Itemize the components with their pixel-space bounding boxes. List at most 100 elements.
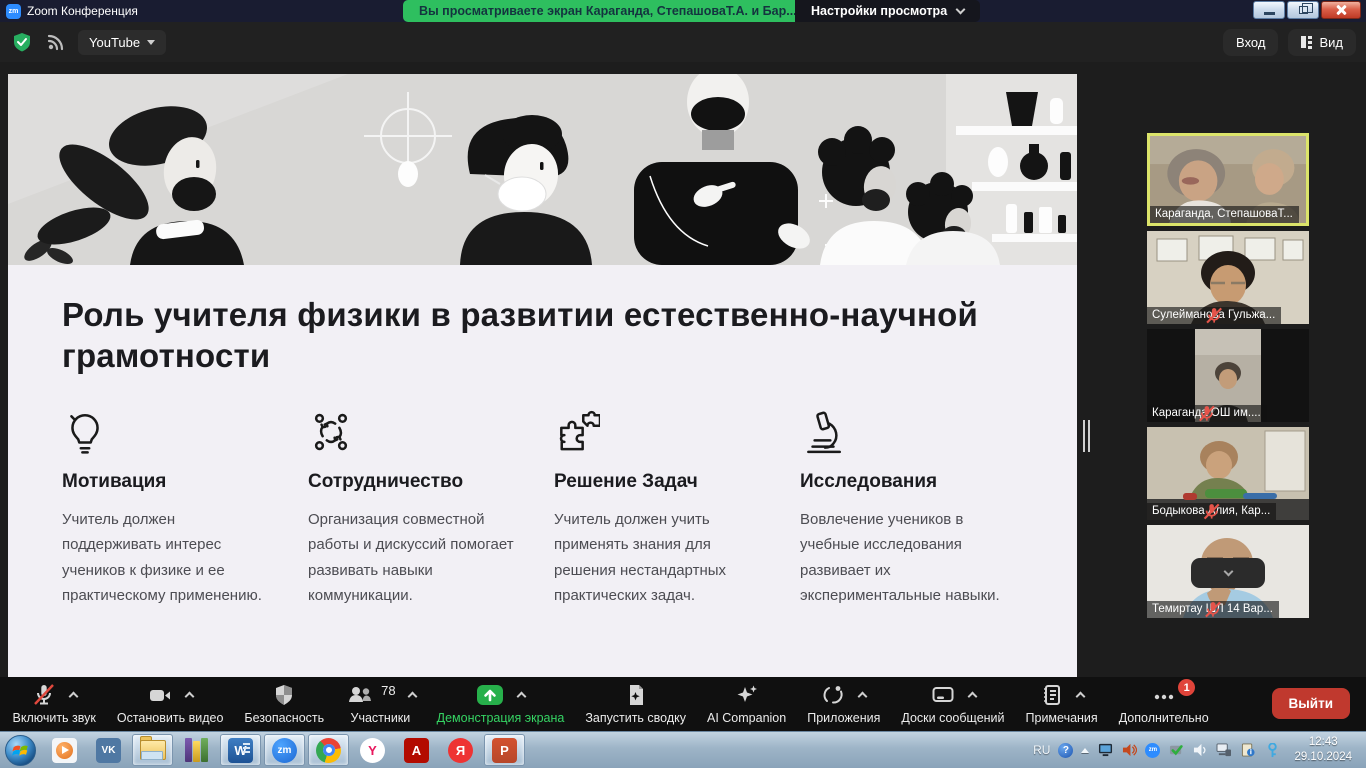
leave-meeting-button[interactable]: Выйти xyxy=(1272,688,1351,719)
language-indicator[interactable]: RU xyxy=(1033,743,1050,757)
key-icon[interactable] xyxy=(1264,742,1280,758)
media-player-icon xyxy=(52,738,77,763)
unmute-button[interactable]: Включить звук xyxy=(2,677,106,731)
participants-icon xyxy=(345,683,375,707)
column-text: Организация совместной работы и дискусси… xyxy=(308,507,520,609)
speaker-icon[interactable] xyxy=(1192,742,1208,758)
chevron-up-icon[interactable] xyxy=(407,692,417,702)
panel-drag-handle[interactable] xyxy=(1083,420,1090,452)
apps-button[interactable]: Приложения xyxy=(797,677,891,731)
taskbar-yandex[interactable]: Я xyxy=(440,734,481,766)
muted-mic-icon xyxy=(1147,405,1267,422)
participant-video[interactable]: Караганда ОШ им.... xyxy=(1147,329,1309,422)
chevron-up-icon[interactable] xyxy=(967,692,977,702)
zoom-logo-icon: zm xyxy=(6,4,21,19)
mic-muted-icon xyxy=(31,683,57,707)
window-titlebar: zm Zoom Конференция Вы просматриваете эк… xyxy=(0,0,1366,22)
chevron-up-icon[interactable] xyxy=(517,692,527,702)
chevron-up-icon[interactable] xyxy=(185,692,195,702)
taskbar-acrobat[interactable]: A xyxy=(396,734,437,766)
security-shield-icon[interactable] xyxy=(10,30,34,54)
caret-down-icon xyxy=(147,40,155,45)
ai-companion-button[interactable]: AI Companion xyxy=(697,677,797,731)
slide-column-motivation: Мотивация Учитель должен поддерживать ин… xyxy=(62,409,308,609)
taskbar-file-explorer[interactable] xyxy=(132,734,173,766)
toolbar-label: Приложения xyxy=(807,711,880,725)
toolbar-label: Запустить сводку xyxy=(585,711,686,725)
zoom-app-icon: zm xyxy=(272,738,297,763)
taskbar-powerpoint[interactable]: P xyxy=(484,734,525,766)
zoom-meeting-window: zm Zoom Конференция Вы просматриваете эк… xyxy=(0,0,1366,768)
taskbar-vk[interactable]: VK xyxy=(88,734,129,766)
taskbar-word[interactable]: W xyxy=(220,734,261,766)
whiteboards-button[interactable]: Доски сообщений xyxy=(891,677,1015,731)
puzzle-icon xyxy=(554,409,766,455)
share-screen-icon xyxy=(475,683,505,707)
restore-button[interactable] xyxy=(1287,1,1319,19)
taskbar-winrar[interactable] xyxy=(176,734,217,766)
taskbar-yandex-browser[interactable]: Y xyxy=(352,734,393,766)
restore-icon xyxy=(1299,6,1308,14)
toolbar-label: Остановить видео xyxy=(117,711,224,725)
taskbar-clock[interactable]: 12:43 29.10.2024 xyxy=(1288,735,1358,765)
toolbar-label: Дополнительно xyxy=(1119,711,1209,725)
participant-name-label: Караганда ОШ им.... xyxy=(1147,405,1267,422)
meeting-topbar: YouTube Вход Вид xyxy=(0,22,1366,62)
yandex-browser-icon: Y xyxy=(360,738,385,763)
volume-warning-icon[interactable] xyxy=(1121,742,1137,758)
minimize-button[interactable] xyxy=(1253,1,1285,19)
slide-column-collaboration: Сотрудничество Организация совместной ра… xyxy=(308,409,554,609)
chevron-down-icon xyxy=(956,5,966,15)
network-icon[interactable] xyxy=(1216,742,1232,758)
chrome-icon xyxy=(316,738,341,763)
login-button[interactable]: Вход xyxy=(1223,29,1278,56)
more-button[interactable]: 1 Дополнительно xyxy=(1108,677,1219,731)
more-participants-button[interactable] xyxy=(1191,558,1265,588)
ai-companion-icon xyxy=(734,683,760,707)
notes-button[interactable]: Примечания xyxy=(1015,677,1108,731)
tray-time: 12:43 xyxy=(1294,735,1352,750)
powerpoint-icon: P xyxy=(492,738,517,763)
chevron-up-icon[interactable] xyxy=(69,692,79,702)
display-icon[interactable] xyxy=(1097,742,1113,758)
help-icon[interactable]: ? xyxy=(1058,743,1073,758)
close-button[interactable] xyxy=(1321,1,1361,19)
participant-video[interactable]: Сулейманова Гульжа... xyxy=(1147,231,1309,324)
participant-video[interactable]: Караганда, СтепашоваТ... xyxy=(1147,133,1309,226)
start-button[interactable] xyxy=(5,735,36,766)
notification-badge: 1 xyxy=(1178,679,1195,696)
column-heading: Исследования xyxy=(800,471,1012,493)
view-label: Вид xyxy=(1319,35,1343,50)
antivirus-check-icon[interactable] xyxy=(1168,742,1184,758)
slide-column-research: Исследования Вовлечение учеников в учебн… xyxy=(800,409,1046,609)
participant-video[interactable]: Бодыкова Алия, Кар... xyxy=(1147,427,1309,520)
taskbar-zoom[interactable]: zm xyxy=(264,734,305,766)
youtube-label: YouTube xyxy=(89,35,140,50)
live-stream-icon[interactable] xyxy=(44,30,68,54)
column-heading: Мотивация xyxy=(62,471,274,493)
start-summary-button[interactable]: Запустить сводку xyxy=(575,677,697,731)
window-controls xyxy=(1253,1,1361,19)
taskbar-chrome[interactable] xyxy=(308,734,349,766)
stop-video-button[interactable]: Остановить видео xyxy=(106,677,234,731)
view-settings-dropdown[interactable]: Настройки просмотра xyxy=(795,0,980,22)
participants-button[interactable]: 78 Участники xyxy=(335,677,426,731)
participant-video-strip: Караганда, СтепашоваТ... Сулейманова Гул… xyxy=(1147,133,1309,623)
tray-date: 29.10.2024 xyxy=(1294,750,1352,765)
info-icon[interactable] xyxy=(1240,742,1256,758)
security-button[interactable]: Безопасность xyxy=(234,677,335,731)
slide-title: Роль учителя физики в развитии естествен… xyxy=(62,295,992,377)
toolbar-label: Включить звук xyxy=(13,711,96,725)
login-label: Вход xyxy=(1236,35,1265,50)
more-icon xyxy=(1151,683,1177,707)
chevron-up-icon[interactable] xyxy=(1075,692,1085,702)
participant-name-label: Сулейманова Гульжа... xyxy=(1147,307,1281,324)
chevron-up-icon[interactable] xyxy=(857,692,867,702)
share-screen-button[interactable]: Демонстрация экрана xyxy=(426,677,575,731)
taskbar-media-player[interactable] xyxy=(44,734,85,766)
view-button[interactable]: Вид xyxy=(1288,29,1356,56)
tray-expand-icon[interactable] xyxy=(1081,748,1089,753)
column-text: Учитель должен учить применять знания дл… xyxy=(554,507,766,609)
youtube-stream-dropdown[interactable]: YouTube xyxy=(78,30,166,55)
zoom-tray-icon[interactable]: zm xyxy=(1145,743,1160,758)
